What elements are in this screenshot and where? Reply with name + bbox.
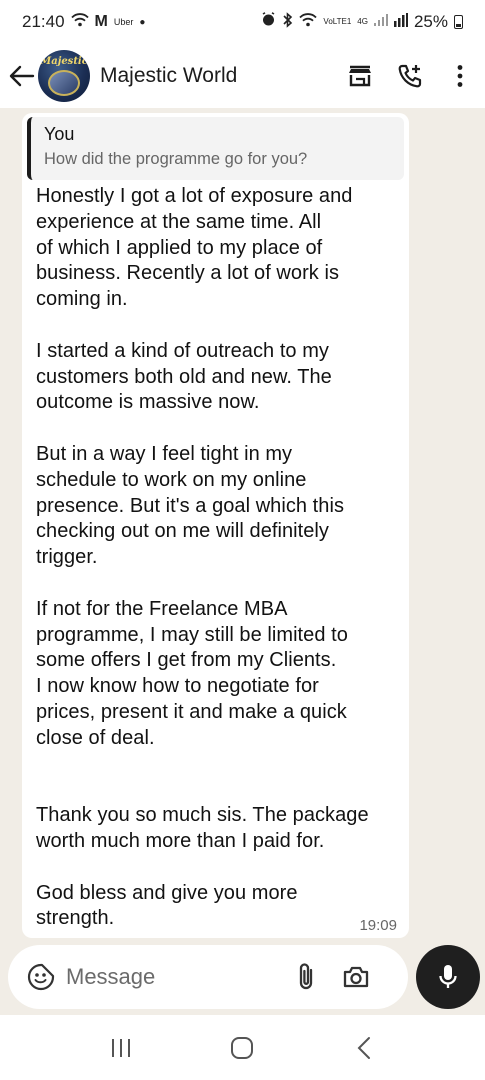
arrow-left-icon: [9, 65, 35, 87]
status-right: VoLTE1 4G 25%: [261, 11, 463, 33]
chat-header: Majestic Majestic World: [0, 44, 485, 108]
header-actions: [335, 52, 485, 100]
alarm-icon: [261, 12, 276, 32]
system-back-button[interactable]: [334, 1023, 394, 1073]
wifi-calling-icon: [299, 12, 318, 32]
camera-icon: [343, 966, 369, 988]
avatar-logo-text: Majestic: [40, 56, 88, 67]
microphone-icon: [439, 965, 457, 988]
message-bubble[interactable]: You How did the programme go for you? Ho…: [22, 113, 409, 938]
attach-button[interactable]: [286, 955, 326, 999]
more-vertical-icon: [457, 65, 463, 87]
signal-icon: [373, 13, 388, 31]
volte-label: VoLTE1: [323, 17, 352, 26]
quote-author: You: [44, 124, 75, 144]
avatar[interactable]: Majestic: [38, 50, 90, 102]
status-left: 21:40 M Uber ●: [22, 12, 145, 32]
bluetooth-icon: [282, 11, 293, 33]
emoji-button[interactable]: [26, 962, 56, 992]
quote-text: How did the programme go for you?: [44, 150, 308, 168]
message-text: Honestly I got a lot of exposure and exp…: [36, 185, 369, 930]
phone-plus-icon: [398, 64, 422, 88]
battery-icon: [454, 15, 463, 29]
avatar-logo-graphic: [48, 70, 80, 96]
network-type-label: 4G: [357, 17, 368, 26]
gmail-icon: M: [94, 13, 108, 30]
battery-percent: 25%: [413, 12, 448, 31]
voice-message-button[interactable]: [416, 945, 480, 1009]
chat-screen: 21:40 M Uber ● VoLTE1 4G 25% Majestic Ma…: [0, 0, 485, 1080]
back-button[interactable]: [2, 52, 42, 100]
message-timestamp: 19:09: [359, 917, 397, 934]
home-icon: [231, 1036, 254, 1059]
catalog-button[interactable]: [335, 52, 385, 100]
system-navigation-bar: [0, 1015, 485, 1080]
more-options-button[interactable]: [435, 52, 485, 100]
chevron-left-icon: [357, 1036, 371, 1059]
status-bar: 21:40 M Uber ● VoLTE1 4G 25%: [0, 0, 485, 44]
recent-apps-button[interactable]: [91, 1023, 151, 1073]
recent-apps-icon: [111, 1038, 130, 1057]
message-input[interactable]: [66, 964, 276, 990]
notification-dot-icon: ●: [139, 16, 146, 28]
status-time: 21:40: [22, 12, 65, 31]
add-call-button[interactable]: [385, 52, 435, 100]
contact-name[interactable]: Majestic World: [100, 64, 237, 88]
home-button[interactable]: [212, 1023, 272, 1073]
sticker-emoji-icon: [27, 963, 55, 991]
uber-notification-label: Uber: [113, 17, 134, 27]
paperclip-icon: [299, 963, 313, 990]
storefront-icon: [349, 65, 371, 87]
wifi-icon: [70, 12, 89, 32]
signal-strength-icon: [393, 12, 408, 32]
camera-button[interactable]: [336, 955, 376, 999]
message-composer: [8, 945, 408, 1009]
quoted-reply[interactable]: You How did the programme go for you?: [27, 117, 404, 180]
